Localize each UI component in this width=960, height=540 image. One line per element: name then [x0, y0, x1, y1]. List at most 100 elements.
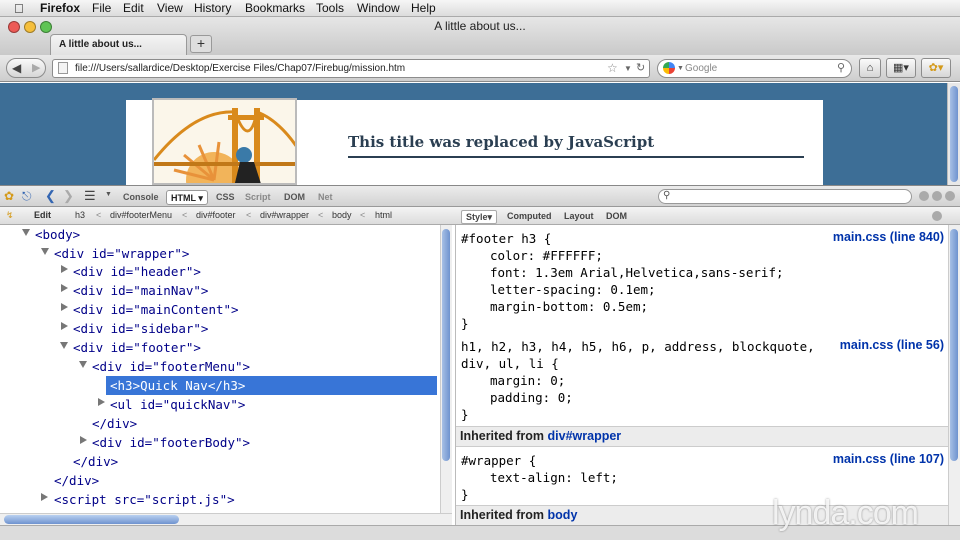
tree-node-wrapper[interactable]: <div id="wrapper"> — [54, 244, 189, 263]
inherited-link[interactable]: div#wrapper — [548, 429, 622, 443]
tab-layout[interactable]: Layout — [560, 210, 598, 224]
search-bar[interactable]: ▼ Google ⚲ — [657, 59, 852, 78]
collapse-toggle[interactable] — [80, 436, 87, 444]
forward-icon[interactable]: ▶ — [32, 61, 40, 74]
expand-toggle[interactable] — [22, 229, 30, 236]
minimize-firebug-button[interactable] — [919, 191, 929, 201]
menu-list-icon[interactable]: ☰ — [84, 188, 96, 204]
tree-horizontal-thumb[interactable] — [4, 515, 179, 524]
menu-tools[interactable]: Tools — [316, 1, 344, 15]
tab-style[interactable]: Style▾ — [461, 210, 498, 224]
expand-toggle[interactable] — [60, 342, 68, 349]
edit-button[interactable]: Edit — [34, 210, 51, 220]
menu-edit[interactable]: Edit — [123, 1, 144, 15]
tab-current[interactable]: A little about us... — [50, 34, 187, 55]
tab-css[interactable]: CSS — [212, 190, 239, 205]
tab-dom[interactable]: DOM — [280, 190, 309, 205]
url-bar[interactable]: file:///Users/sallardice/Desktop/Exercis… — [52, 59, 650, 78]
rule-property[interactable]: padding: 0; — [490, 389, 573, 407]
rule-source-link[interactable]: main.css (line 107) — [833, 452, 944, 466]
collapse-toggle[interactable] — [61, 265, 68, 273]
firebug-icon[interactable]: ✿ — [4, 189, 14, 203]
collapse-toggle[interactable] — [61, 322, 68, 330]
search-engine-dropdown-icon[interactable]: ▼ — [677, 60, 684, 77]
menu-file[interactable]: File — [92, 1, 111, 15]
rule-property[interactable]: color: #FFFFFF; — [490, 247, 603, 265]
inherited-link[interactable]: body — [548, 508, 578, 522]
firebug-button[interactable]: ✿▾ — [921, 58, 951, 78]
tab-console[interactable]: Console — [119, 190, 163, 205]
url-dropdown-icon[interactable]: ▼ — [624, 60, 632, 77]
breadcrumb-wrapper[interactable]: div#wrapper — [260, 210, 309, 220]
detach-firebug-button[interactable] — [932, 191, 942, 201]
tab-html[interactable]: HTML ▾ — [166, 190, 208, 205]
forward-arrow-icon[interactable]: ❯ — [63, 188, 74, 204]
rule-selector[interactable]: #footer h3 { — [461, 230, 551, 248]
menu-window[interactable]: Window — [357, 1, 400, 15]
collapse-toggle[interactable] — [61, 303, 68, 311]
collapse-toggle[interactable] — [61, 284, 68, 292]
page-scrollbar[interactable] — [947, 83, 960, 185]
menu-help[interactable]: Help — [411, 1, 436, 15]
tree-node-footer[interactable]: <div id="footer"> — [73, 338, 201, 357]
style-scroll-thumb[interactable] — [950, 229, 958, 461]
rule-selector[interactable]: h1, h2, h3, h4, h5, h6, p, address, bloc… — [461, 338, 815, 356]
tab-side-dom[interactable]: DOM — [602, 210, 631, 224]
breadcrumb-body[interactable]: body — [332, 210, 352, 220]
tree-node-close[interactable]: </div> — [92, 414, 137, 433]
collapse-toggle[interactable] — [41, 493, 48, 501]
menu-history[interactable]: History — [194, 1, 231, 15]
tree-scroll-thumb[interactable] — [442, 229, 450, 461]
expand-toggle[interactable] — [41, 248, 49, 255]
tree-node-header[interactable]: <div id="header"> — [73, 262, 201, 281]
tree-node-body[interactable]: <body> — [35, 225, 80, 244]
bookmark-star-icon[interactable]: ☆ — [607, 60, 618, 77]
rule-selector[interactable]: #wrapper { — [461, 452, 536, 470]
tree-node-quicknav[interactable]: <ul id="quickNav"> — [110, 395, 245, 414]
home-button[interactable]: ⌂ — [859, 58, 881, 78]
new-tab-button[interactable]: + — [190, 35, 212, 53]
tab-script[interactable]: Script — [241, 190, 275, 205]
reload-icon[interactable]: ↻ — [636, 60, 645, 77]
breadcrumb-footer[interactable]: div#footer — [196, 210, 236, 220]
menu-app-firefox[interactable]: Firefox — [40, 1, 80, 15]
breadcrumb-footermenu[interactable]: div#footerMenu — [110, 210, 172, 220]
apple-icon[interactable]:  — [14, 1, 24, 16]
rule-source-link[interactable]: main.css (line 840) — [833, 230, 944, 244]
tree-node-h3-selected[interactable]: <h3>Quick Nav</h3> — [106, 376, 437, 395]
rule-property[interactable]: text-align: left; — [490, 469, 618, 487]
tab-net[interactable]: Net — [314, 190, 337, 205]
menu-bookmarks[interactable]: Bookmarks — [245, 1, 305, 15]
back-arrow-icon[interactable]: ❮ — [45, 188, 56, 204]
inspect-icon[interactable]: ⎋ — [22, 189, 32, 204]
panel-dropdown-icon[interactable]: ▼ — [105, 191, 112, 198]
side-panel-menu-button[interactable] — [932, 211, 942, 221]
tree-node-footermenu[interactable]: <div id="footerMenu"> — [92, 357, 250, 376]
rule-property[interactable]: margin: 0; — [490, 372, 565, 390]
rule-property[interactable]: letter-spacing: 0.1em; — [490, 281, 656, 299]
menu-view[interactable]: View — [157, 1, 183, 15]
breadcrumb-h3[interactable]: h3 — [75, 210, 85, 220]
html-edit-icon[interactable]: ↯ — [6, 210, 14, 221]
firebug-search-input[interactable]: ⚲ — [658, 189, 912, 204]
bookmarks-button[interactable]: ▦▾ — [886, 58, 916, 78]
back-icon[interactable]: ◀ — [12, 61, 21, 75]
rule-source-link[interactable]: main.css (line 56) — [840, 338, 944, 352]
tree-node-script[interactable]: <script src="script.js"> — [54, 490, 235, 509]
tree-node-close[interactable]: </div> — [73, 452, 118, 471]
rule-property[interactable]: margin-bottom: 0.5em; — [490, 298, 648, 316]
tree-node-mainnav[interactable]: <div id="mainNav"> — [73, 281, 208, 300]
expand-toggle[interactable] — [79, 361, 87, 368]
search-icon[interactable]: ⚲ — [837, 60, 845, 77]
rule-selector[interactable]: div, ul, li { — [461, 355, 559, 373]
rule-property[interactable]: font: 1.3em Arial,Helvetica,sans-serif; — [490, 264, 784, 282]
tree-node-maincontent[interactable]: <div id="mainContent"> — [73, 300, 239, 319]
close-firebug-button[interactable] — [945, 191, 955, 201]
tree-node-sidebar[interactable]: <div id="sidebar"> — [73, 319, 208, 338]
tree-node-footerbody[interactable]: <div id="footerBody"> — [92, 433, 250, 452]
tab-computed[interactable]: Computed — [503, 210, 556, 224]
collapse-toggle[interactable] — [98, 398, 105, 406]
breadcrumb-html[interactable]: html — [375, 210, 392, 220]
page-scroll-thumb[interactable] — [950, 86, 958, 182]
tree-node-close[interactable]: </div> — [54, 471, 99, 490]
